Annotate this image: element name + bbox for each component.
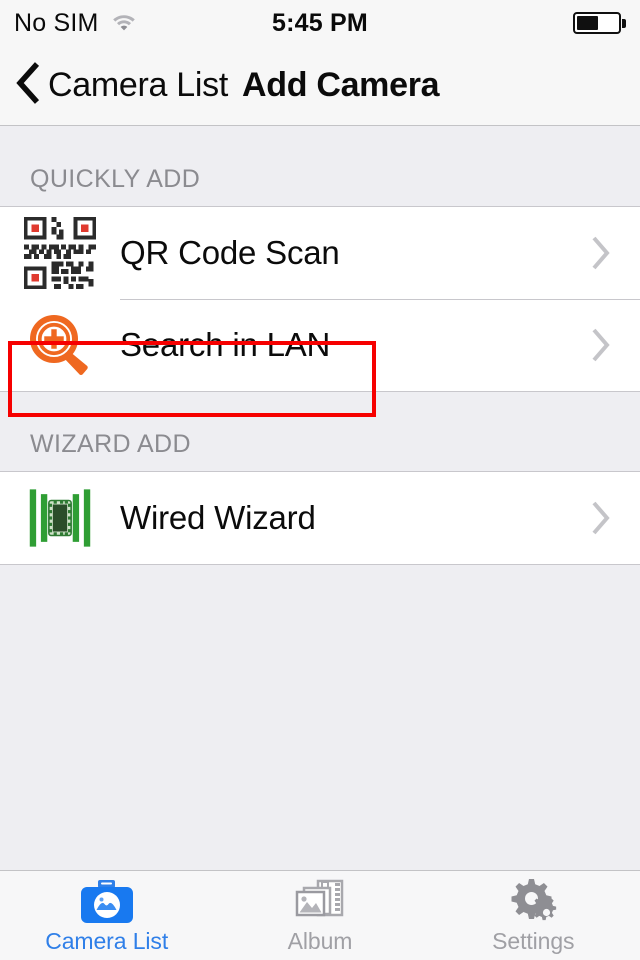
section-group-quickly-add: QR Code Scan Search in LAN xyxy=(0,206,640,392)
tab-album[interactable]: Album xyxy=(213,871,426,960)
qr-code-icon xyxy=(0,217,120,289)
camera-icon xyxy=(79,877,135,925)
list-item-search-in-lan[interactable]: Search in LAN xyxy=(0,299,640,391)
battery-icon xyxy=(573,12,626,34)
list-item-label: QR Code Scan xyxy=(120,234,340,271)
chip-wired-icon xyxy=(0,483,120,553)
album-icon xyxy=(294,877,346,925)
chevron-right-icon xyxy=(590,235,640,271)
tab-settings[interactable]: Settings xyxy=(427,871,640,960)
back-button-label: Camera List xyxy=(48,66,228,104)
list-item-label: Search in LAN xyxy=(120,326,331,363)
section-header-wizard-add: WIZARD ADD xyxy=(30,430,191,458)
chevron-right-icon xyxy=(590,327,640,363)
main-content: QUICKLY ADD QR Code Scan Search in LAN W… xyxy=(0,127,640,870)
gears-icon xyxy=(506,877,560,925)
tab-bar: Camera List Album Settings xyxy=(0,870,640,960)
tab-label: Camera List xyxy=(45,927,169,954)
back-button[interactable]: Camera List xyxy=(14,61,228,110)
clock-label: 5:45 PM xyxy=(272,8,368,37)
navigation-bar: Camera List Add Camera xyxy=(0,46,640,126)
page-title: Add Camera xyxy=(241,66,440,104)
tab-label: Album xyxy=(287,927,353,954)
list-item-qr-code-scan[interactable]: QR Code Scan xyxy=(0,207,640,299)
status-bar: No SIM 5:45 PM xyxy=(0,0,640,46)
section-group-wizard-add: Wired Wizard xyxy=(0,471,640,565)
section-header-quickly-add: QUICKLY ADD xyxy=(30,165,201,193)
back-chevron-icon xyxy=(14,61,40,110)
list-item-wired-wizard[interactable]: Wired Wizard xyxy=(0,472,640,564)
tab-label: Settings xyxy=(492,927,575,954)
app-screen: No SIM 5:45 PM Camera List Add Camera QU… xyxy=(0,0,640,960)
chevron-right-icon xyxy=(590,500,640,536)
tab-camera-list[interactable]: Camera List xyxy=(0,871,213,960)
magnifier-plus-icon xyxy=(0,312,120,378)
list-item-label: Wired Wizard xyxy=(120,499,316,536)
